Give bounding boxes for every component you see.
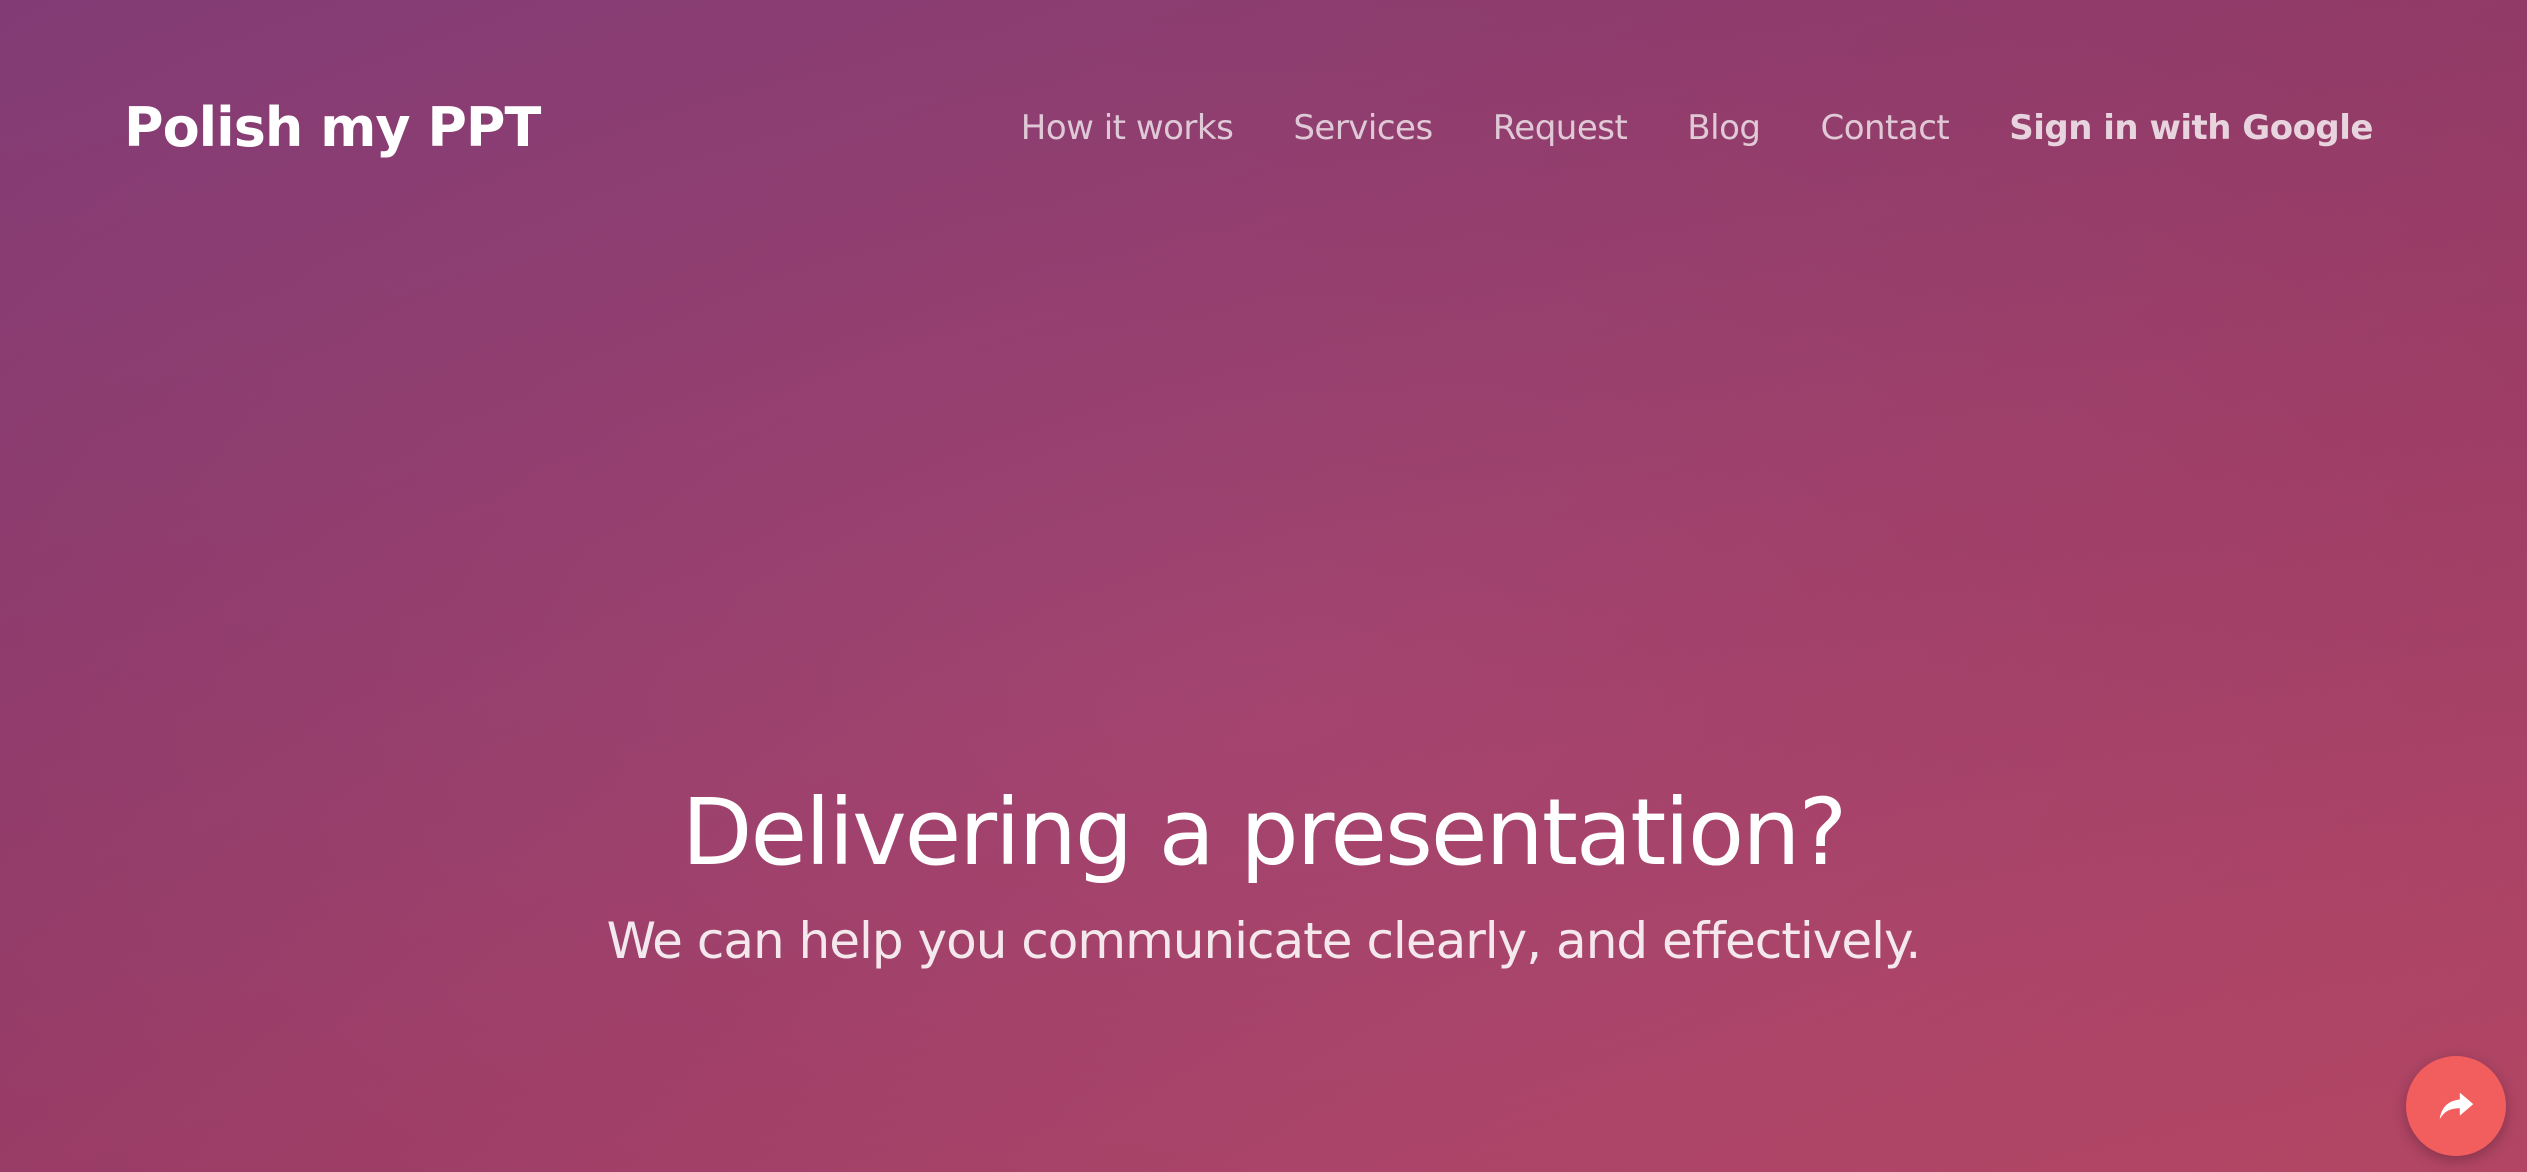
site-header: Polish my PPT How it works Services Requ… <box>0 0 2527 260</box>
hero-subtitle: We can help you communicate clearly, and… <box>606 911 1922 970</box>
nav-blog[interactable]: Blog <box>1687 108 1761 148</box>
brand-logo[interactable]: Polish my PPT <box>124 96 541 159</box>
nav-contact[interactable]: Contact <box>1820 108 1949 148</box>
nav-how-it-works[interactable]: How it works <box>1021 108 1234 148</box>
hero-section: Delivering a presentation? We can help y… <box>0 780 2527 970</box>
hero-title: Delivering a presentation? <box>681 779 1848 886</box>
nav-request[interactable]: Request <box>1493 108 1628 148</box>
share-button[interactable] <box>2406 1056 2506 1156</box>
share-arrow-icon <box>2439 1092 2474 1120</box>
sign-in-google-link[interactable]: Sign in with Google <box>2009 108 2373 148</box>
main-nav: How it works Services Request Blog Conta… <box>961 108 2374 148</box>
nav-services[interactable]: Services <box>1293 108 1433 148</box>
